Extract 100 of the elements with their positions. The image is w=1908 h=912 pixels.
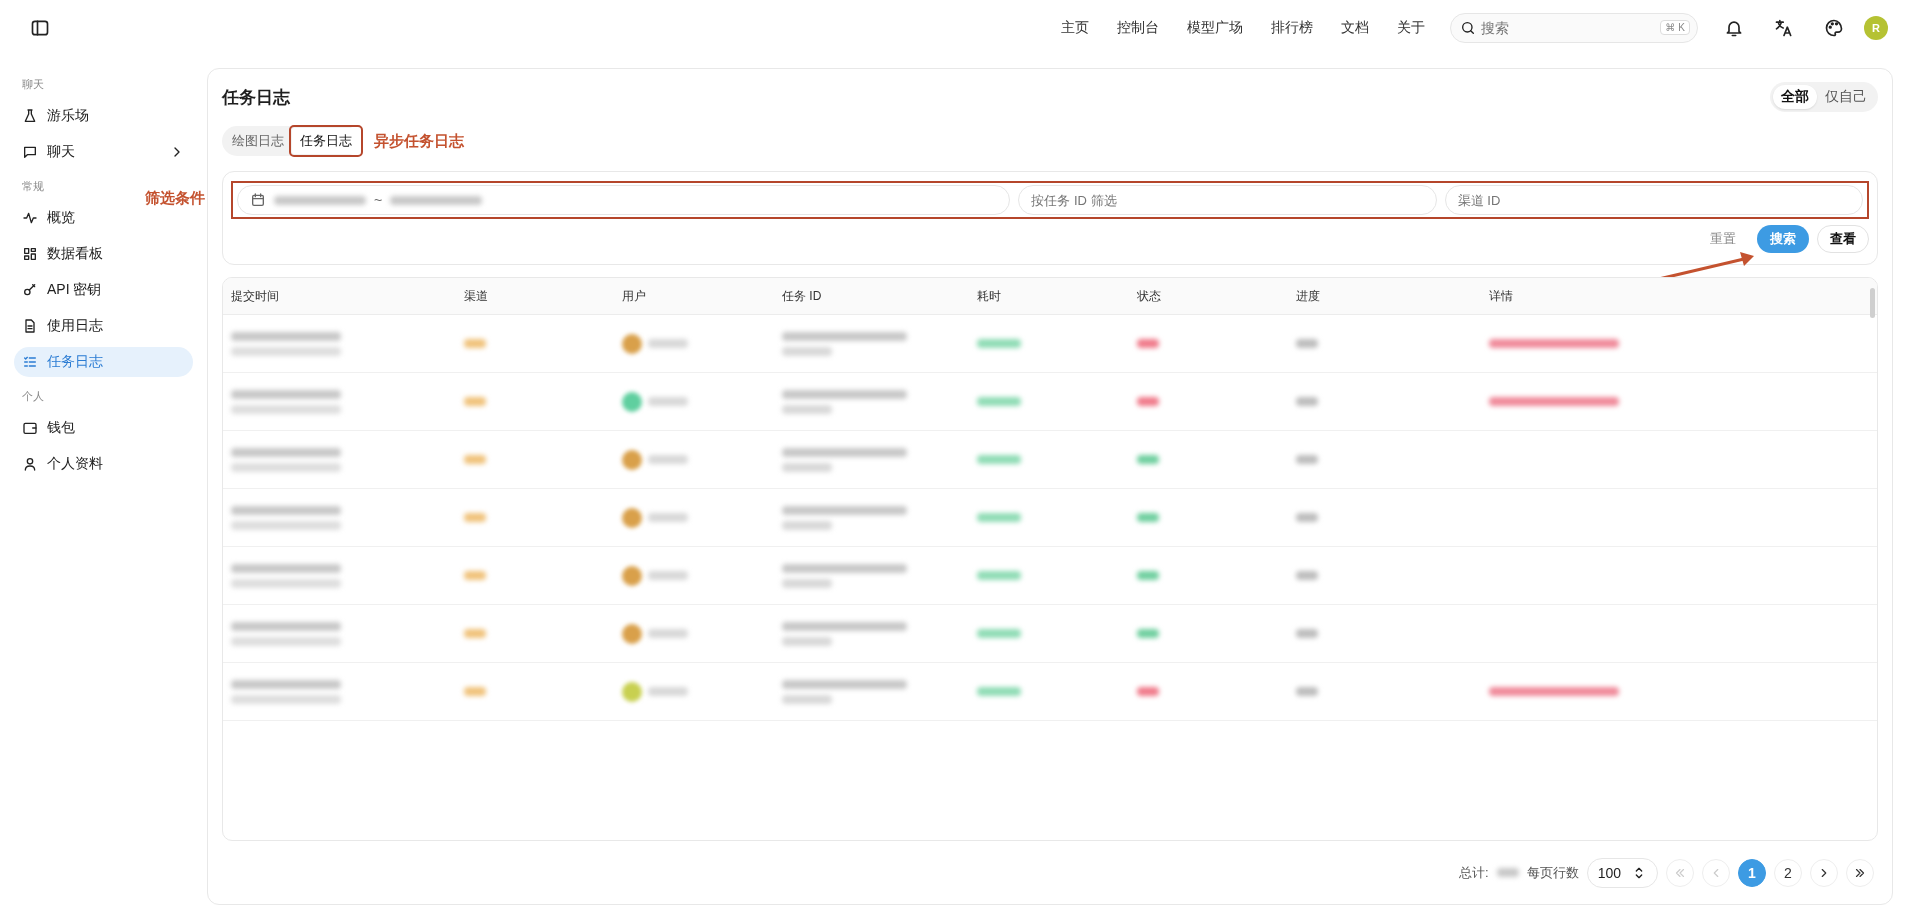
sidebar-item[interactable]: API 密钥 (14, 275, 193, 305)
nav-link[interactable]: 控制台 (1108, 15, 1168, 41)
blurred-text (782, 404, 832, 414)
blurred-text (648, 397, 688, 406)
blurred-text (1296, 629, 1318, 638)
prev-page-button[interactable] (1702, 858, 1730, 887)
blurred-text (1296, 455, 1318, 464)
status-badge (1137, 339, 1159, 348)
page-button[interactable]: 2 (1774, 858, 1802, 887)
blurred-text (1296, 687, 1318, 696)
sidebar-item[interactable]: 数据看板 (14, 239, 193, 269)
total-label: 总计: (1459, 863, 1489, 882)
status-badge (1137, 455, 1159, 464)
nav-link[interactable]: 主页 (1052, 15, 1098, 41)
nav-link[interactable]: 排行榜 (1262, 15, 1322, 41)
search-icon (1460, 20, 1476, 36)
sidebar-toggle-icon (30, 18, 50, 38)
blurred-text (782, 578, 832, 588)
blurred-text (977, 455, 1021, 464)
column-header: 状态 (1137, 287, 1162, 305)
scope-toggle[interactable]: 全部 (1773, 85, 1817, 109)
channel-id-field[interactable]: 渠道 ID (1444, 185, 1863, 215)
blurred-text (648, 455, 688, 464)
section-label: 常规 (21, 179, 45, 194)
first-page-button[interactable] (1666, 858, 1694, 887)
chat-icon (22, 144, 38, 160)
status-badge (1137, 397, 1159, 406)
tab[interactable]: 绘图日志 (224, 128, 292, 154)
sidebar-item[interactable]: 游乐场 (14, 101, 193, 131)
blurred-text (977, 339, 1021, 348)
blurred-text (1296, 397, 1318, 406)
blurred-text (648, 571, 688, 580)
blurred-text (782, 636, 832, 646)
sidebar-item[interactable]: 个人资料 (14, 449, 193, 479)
blurred-text (1296, 513, 1318, 522)
translate-icon (1774, 18, 1794, 38)
column-header: 提交时间 (231, 287, 280, 305)
document-icon (22, 318, 38, 334)
column-header: 任务 ID (782, 287, 823, 305)
page-size-label: 每页行数 (1526, 863, 1579, 882)
calendar-icon (250, 192, 266, 208)
shortcut-hint: ⌘ K (1660, 20, 1690, 35)
sidebar-item[interactable]: 任务日志 (14, 347, 193, 377)
page-title: 任务日志 (222, 86, 291, 109)
status-badge (1137, 513, 1159, 522)
action-button[interactable]: 查看 (1817, 225, 1869, 253)
section-label: 聊天 (21, 77, 45, 92)
pulse-icon (22, 210, 38, 226)
blurred-text (782, 520, 832, 530)
blurred-text (1296, 339, 1318, 348)
annotation-label: 筛选条件 (145, 189, 205, 208)
action-button[interactable]: 重置 (1697, 225, 1749, 253)
wallet-icon (22, 420, 38, 436)
sidebar-item[interactable]: 聊天 (14, 137, 193, 167)
blurred-text (648, 629, 688, 638)
next-page-button[interactable] (1810, 858, 1838, 887)
key-icon (22, 282, 38, 298)
scope-toggle[interactable]: 仅自己 (1817, 85, 1875, 109)
tab[interactable]: 任务日志 (292, 128, 360, 154)
blurred-text (464, 629, 486, 638)
blurred-text (1296, 571, 1318, 580)
checklist-icon (22, 354, 38, 370)
blurred-text (464, 513, 486, 522)
blurred-text (464, 339, 486, 348)
grid-icon (22, 246, 38, 262)
sidebar-item[interactable]: 使用日志 (14, 311, 193, 341)
blurred-text (782, 346, 832, 356)
blurred-text (464, 455, 486, 464)
scrollbar[interactable] (1870, 288, 1875, 318)
column-header: 用户 (622, 287, 647, 305)
user-icon (22, 456, 38, 472)
blurred-text (977, 397, 1021, 406)
sidebar-item[interactable]: 钱包 (14, 413, 193, 443)
blurred-text (464, 397, 486, 406)
blurred-text (977, 629, 1021, 638)
blurred-text (977, 687, 1021, 696)
blurred-text (648, 339, 688, 348)
blurred-text (1496, 868, 1519, 877)
annotation-label: 异步任务日志 (374, 131, 464, 151)
flask-icon (22, 108, 38, 124)
blurred-text (648, 687, 688, 696)
task-id-field[interactable]: 按任务 ID 筛选 (1018, 185, 1437, 215)
nav-link[interactable]: 关于 (1388, 15, 1434, 41)
column-header: 渠道 (464, 287, 489, 305)
column-header: 耗时 (977, 287, 1002, 305)
blurred-text (464, 571, 486, 580)
blurred-text (977, 571, 1021, 580)
blurred-text (464, 687, 486, 696)
last-page-button[interactable] (1846, 858, 1874, 887)
bell-icon (1724, 18, 1744, 38)
column-header: 详情 (1489, 287, 1514, 305)
palette-icon (1824, 18, 1844, 38)
status-badge (1137, 571, 1159, 580)
status-badge (1137, 687, 1159, 696)
blurred-text (782, 462, 832, 472)
column-header: 进度 (1296, 287, 1321, 305)
blurred-text (977, 513, 1021, 522)
blurred-text (782, 694, 832, 704)
nav-link[interactable]: 模型广场 (1178, 15, 1252, 41)
nav-link[interactable]: 文档 (1332, 15, 1378, 41)
